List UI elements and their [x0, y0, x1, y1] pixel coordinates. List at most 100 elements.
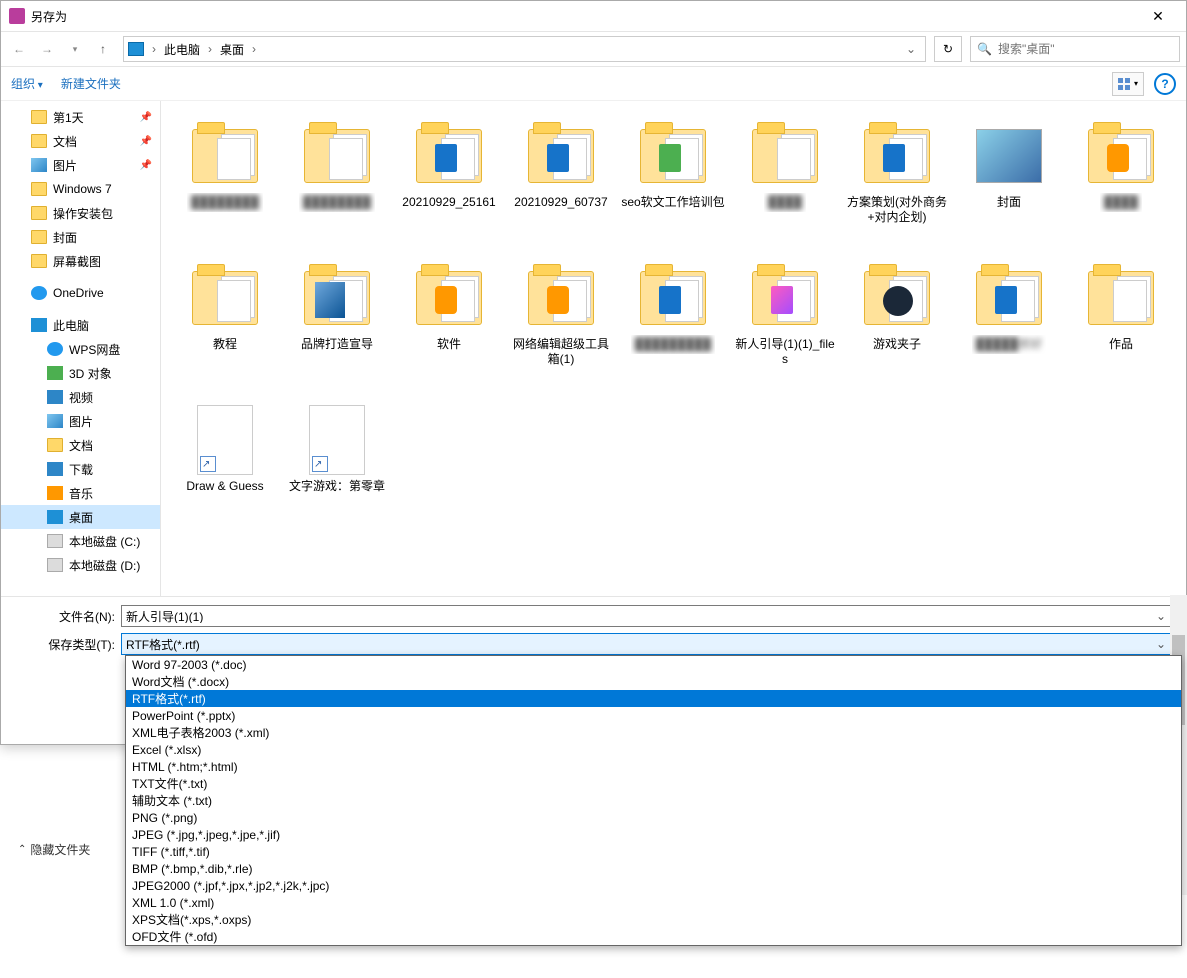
file-item[interactable]: ████████: [281, 115, 393, 257]
file-item[interactable]: 方案策划(对外商务+对内企划): [841, 115, 953, 257]
tree-label: 音乐: [69, 485, 93, 502]
sidebar-item[interactable]: 此电脑: [1, 313, 160, 337]
file-item[interactable]: 品牌打造宣导: [281, 257, 393, 399]
file-item[interactable]: ████████: [169, 115, 281, 257]
tree-label: 本地磁盘 (C:): [69, 533, 140, 550]
filename-input[interactable]: [126, 609, 1153, 623]
file-item[interactable]: 游戏夹子: [841, 257, 953, 399]
filetype-option[interactable]: HTML (*.htm;*.html): [126, 758, 1181, 775]
tree-label: 文档: [69, 437, 93, 454]
filetype-option[interactable]: RTF格式(*.rtf): [126, 690, 1181, 707]
file-item[interactable]: 作品: [1065, 257, 1177, 399]
sidebar-item[interactable]: 第1天📌: [1, 105, 160, 129]
filetype-option[interactable]: XML电子表格2003 (*.xml): [126, 724, 1181, 741]
file-item[interactable]: 网络编辑超级工具箱(1): [505, 257, 617, 399]
file-item[interactable]: ████: [1065, 115, 1177, 257]
tree-label: 图片: [69, 413, 93, 430]
sidebar-item[interactable]: 文档📌: [1, 129, 160, 153]
file-item[interactable]: 20210929_60737: [505, 115, 617, 257]
filetype-option[interactable]: TIFF (*.tiff,*.tif): [126, 843, 1181, 860]
tree-icon: [31, 134, 47, 148]
filename-combo[interactable]: ⌄: [121, 605, 1174, 627]
file-thumb: [1082, 261, 1160, 335]
filetype-option[interactable]: PNG (*.png): [126, 809, 1181, 826]
filetype-option[interactable]: Excel (*.xlsx): [126, 741, 1181, 758]
file-label: 教程: [209, 335, 241, 354]
filetype-option[interactable]: OFD文件 (*.ofd): [126, 928, 1181, 945]
sidebar-item[interactable]: 屏幕截图: [1, 249, 160, 273]
file-item[interactable]: seo软文工作培训包: [617, 115, 729, 257]
close-button[interactable]: ✕: [1138, 2, 1178, 30]
sidebar-item[interactable]: 操作安装包: [1, 201, 160, 225]
sidebar-item[interactable]: 视频: [1, 385, 160, 409]
hide-folders-toggle[interactable]: 隐藏文件夹: [18, 720, 90, 978]
file-item[interactable]: █████修好: [953, 257, 1065, 399]
titlebar: 另存为 ✕: [1, 1, 1186, 31]
file-item[interactable]: █████████: [617, 257, 729, 399]
filetype-option[interactable]: Word 97-2003 (*.doc): [126, 656, 1181, 673]
filetype-option[interactable]: JPEG2000 (*.jpf,*.jpx,*.jp2,*.j2k,*.jpc): [126, 877, 1181, 894]
filetype-option[interactable]: JPEG (*.jpg,*.jpeg,*.jpe,*.jif): [126, 826, 1181, 843]
sidebar-item[interactable]: 本地磁盘 (C:): [1, 529, 160, 553]
tree-icon: [47, 462, 63, 476]
breadcrumb-segment[interactable]: 桌面: [216, 39, 248, 60]
sidebar-item[interactable]: 音乐: [1, 481, 160, 505]
sidebar-item[interactable]: 下载: [1, 457, 160, 481]
filetype-option[interactable]: XPS文档(*.xps,*.oxps): [126, 911, 1181, 928]
sidebar-item[interactable]: OneDrive: [1, 281, 160, 305]
address-bar[interactable]: › 此电脑›桌面› ⌄: [123, 36, 926, 62]
sidebar-item[interactable]: Windows 7: [1, 177, 160, 201]
filetype-option[interactable]: Word文档 (*.docx): [126, 673, 1181, 690]
file-item[interactable]: 新人引导(1)(1)_files: [729, 257, 841, 399]
tree-label: OneDrive: [53, 286, 104, 300]
file-item[interactable]: ↗文字游戏：第零章: [281, 399, 393, 541]
recent-dropdown[interactable]: ▾: [63, 37, 87, 61]
help-button[interactable]: ?: [1154, 73, 1176, 95]
tree-label: 屏幕截图: [53, 253, 101, 270]
file-item[interactable]: 软件: [393, 257, 505, 399]
search-input[interactable]: [998, 42, 1173, 56]
sidebar-item[interactable]: 桌面: [1, 505, 160, 529]
file-thumb: [186, 261, 264, 335]
filetype-dropdown-list[interactable]: Word 97-2003 (*.doc)Word文档 (*.docx)RTF格式…: [125, 655, 1182, 946]
organize-button[interactable]: 组织: [11, 75, 43, 92]
filetype-option[interactable]: 辅助文本 (*.txt): [126, 792, 1181, 809]
file-item[interactable]: ↗Draw & Guess: [169, 399, 281, 541]
sidebar-item[interactable]: WPS网盘: [1, 337, 160, 361]
sidebar-item[interactable]: 图片: [1, 409, 160, 433]
tree-icon: [31, 158, 47, 172]
new-folder-button[interactable]: 新建文件夹: [61, 75, 121, 92]
forward-button[interactable]: →: [35, 37, 59, 61]
sidebar-item[interactable]: 文档: [1, 433, 160, 457]
sidebar-item[interactable]: 本地磁盘 (D:): [1, 553, 160, 577]
sidebar-item[interactable]: 封面: [1, 225, 160, 249]
file-item[interactable]: 20210929_25161: [393, 115, 505, 257]
filetype-option[interactable]: XML 1.0 (*.xml): [126, 894, 1181, 911]
filetype-option[interactable]: BMP (*.bmp,*.dib,*.rle): [126, 860, 1181, 877]
file-item[interactable]: 教程: [169, 257, 281, 399]
breadcrumb-segment[interactable]: 此电脑: [160, 39, 204, 60]
filetype-option[interactable]: PowerPoint (*.pptx): [126, 707, 1181, 724]
file-label: 20210929_25161: [398, 193, 499, 212]
up-button[interactable]: ↑: [91, 37, 115, 61]
filetype-option[interactable]: TXT文件(*.txt): [126, 775, 1181, 792]
filename-dropdown[interactable]: ⌄: [1153, 609, 1169, 623]
address-dropdown[interactable]: ⌄: [901, 37, 921, 61]
view-mode-button[interactable]: ▾: [1112, 72, 1144, 96]
tree-label: 第1天: [53, 109, 84, 126]
filetype-combo[interactable]: RTF格式(*.rtf) ⌄: [121, 633, 1174, 655]
file-pane[interactable]: ████████████████20210929_2516120210929_6…: [161, 101, 1186, 596]
tree-icon: [31, 230, 47, 244]
sidebar-item[interactable]: 图片📌: [1, 153, 160, 177]
file-thumb: [858, 119, 936, 193]
filetype-value: RTF格式(*.rtf): [126, 636, 1153, 653]
file-item[interactable]: 封面: [953, 115, 1065, 257]
file-label: 新人引导(1)(1)_files: [729, 335, 841, 369]
tree-icon: [47, 486, 63, 500]
sidebar-item[interactable]: 3D 对象: [1, 361, 160, 385]
search-box[interactable]: 🔍: [970, 36, 1180, 62]
back-button[interactable]: ←: [7, 37, 31, 61]
filetype-dropdown[interactable]: ⌄: [1153, 637, 1169, 651]
file-item[interactable]: ████: [729, 115, 841, 257]
refresh-button[interactable]: ↻: [934, 36, 962, 62]
